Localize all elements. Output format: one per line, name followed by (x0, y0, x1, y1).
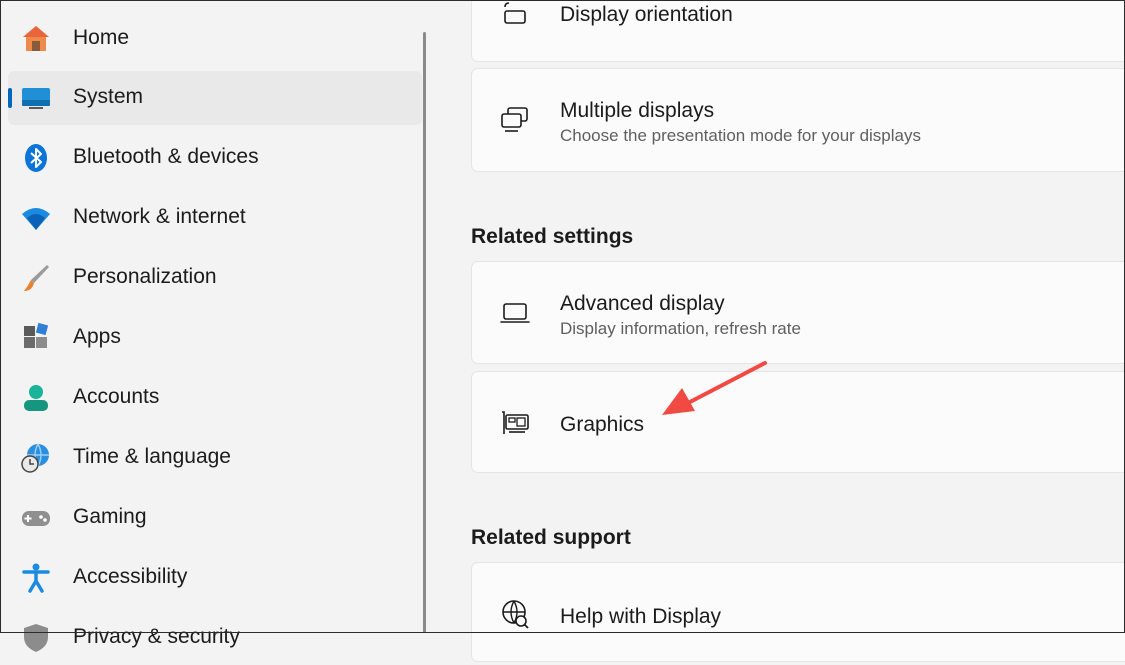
display-orientation-card[interactable]: Display orientation (471, 0, 1125, 62)
sidebar-item-label: Accounts (73, 385, 160, 408)
card-title: Advanced display (560, 292, 725, 315)
card-title: Multiple displays (560, 99, 715, 122)
sidebar-item-label: Network & internet (73, 205, 246, 228)
bluetooth-icon (25, 144, 47, 172)
sidebar-item-network[interactable]: Network & internet (8, 191, 422, 245)
brush-icon (24, 265, 49, 291)
sidebar-item-bluetooth[interactable]: Bluetooth & devices (8, 131, 422, 185)
shield-icon (24, 624, 48, 652)
laptop-icon (500, 303, 530, 323)
card-title: Help with Display (560, 605, 722, 628)
sidebar-item-label: Gaming (73, 505, 147, 528)
sidebar-item-time-language[interactable]: Time & language (8, 431, 422, 485)
sidebar-item-label: Privacy & security (73, 625, 240, 648)
sidebar-item-label: System (73, 85, 144, 108)
sidebar-item-home[interactable]: Home (8, 12, 422, 66)
sidebar-item-accounts[interactable]: Accounts (8, 371, 422, 425)
annotation-arrow (662, 361, 767, 415)
multiple-displays-card[interactable]: Multiple displays Choose the presentatio… (471, 68, 1125, 172)
card-subtitle: Display information, refresh rate (560, 319, 801, 338)
help-with-display-card[interactable]: Help with Display (471, 562, 1125, 662)
sidebar-item-label: Bluetooth & devices (73, 145, 259, 168)
card-title: Graphics (560, 413, 645, 436)
active-indicator (8, 88, 12, 108)
sidebar-item-privacy[interactable]: Privacy & security (8, 611, 422, 665)
sidebar-item-personalization[interactable]: Personalization (8, 251, 422, 305)
gamepad-icon (22, 511, 50, 526)
wifi-icon (22, 208, 50, 230)
sidebar-item-label: Time & language (73, 445, 231, 468)
system-icon (22, 88, 50, 109)
accessibility-icon (22, 563, 50, 593)
accounts-icon (24, 385, 48, 411)
card-title: Display orientation (560, 3, 733, 26)
multiple-displays-icon (501, 107, 528, 132)
sidebar-scrollbar[interactable] (423, 32, 426, 633)
apps-icon (24, 322, 49, 348)
graphics-card-icon (502, 411, 529, 434)
sidebar-item-label: Home (73, 26, 130, 49)
advanced-display-card[interactable]: Advanced display Display information, re… (471, 261, 1125, 364)
sidebar-item-label: Apps (73, 325, 121, 348)
settings-sidebar: Home System Bluetooth & devices Network … (0, 0, 430, 652)
sidebar-item-label: Personalization (73, 265, 217, 288)
sidebar-item-label: Accessibility (73, 565, 188, 588)
sidebar-item-accessibility[interactable]: Accessibility (8, 551, 422, 605)
sidebar-item-apps[interactable]: Apps (8, 311, 422, 365)
rotate-screen-icon (504, 2, 526, 24)
related-support-heading: Related support (471, 526, 631, 549)
globe-search-icon (502, 600, 529, 629)
graphics-card[interactable]: Graphics (471, 371, 1125, 473)
sidebar-item-system[interactable]: System (8, 71, 422, 125)
sidebar-item-gaming[interactable]: Gaming (8, 491, 422, 545)
related-settings-heading: Related settings (471, 225, 634, 248)
globe-clock-icon (21, 443, 49, 473)
home-icon (23, 26, 49, 51)
card-subtitle: Choose the presentation mode for your di… (560, 126, 921, 145)
